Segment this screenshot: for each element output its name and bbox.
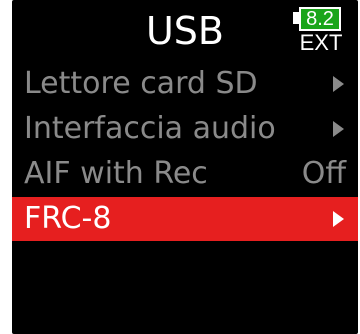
battery-indicator: 8.2 EXT	[293, 6, 348, 58]
menu-item-label: Interfaccia audio	[24, 111, 276, 146]
battery-voltage: 8.2	[299, 7, 341, 31]
menu-item-audio-interface[interactable]: Interfaccia audio	[12, 107, 358, 151]
menu-item-sd-card-reader[interactable]: Lettore card SD	[12, 62, 358, 106]
chevron-right-icon	[333, 211, 344, 227]
menu-item-frc-8[interactable]: FRC-8	[12, 197, 358, 241]
menu-item-label: FRC-8	[24, 201, 112, 236]
menu-item-aif-with-rec[interactable]: AIF with Rec Off	[12, 152, 358, 196]
chevron-right-icon	[333, 121, 344, 137]
power-source-label: EXT	[299, 30, 343, 55]
menu-item-label: AIF with Rec	[24, 156, 208, 191]
chevron-right-icon	[333, 76, 344, 92]
header: USB 8.2 EXT	[12, 0, 358, 62]
device-screen: USB 8.2 EXT Lettore card SD Interfaccia …	[12, 0, 358, 334]
menu-item-label: Lettore card SD	[24, 66, 258, 101]
menu-item-value: Off	[301, 156, 346, 191]
menu-list: Lettore card SD Interfaccia audio AIF wi…	[12, 62, 358, 242]
